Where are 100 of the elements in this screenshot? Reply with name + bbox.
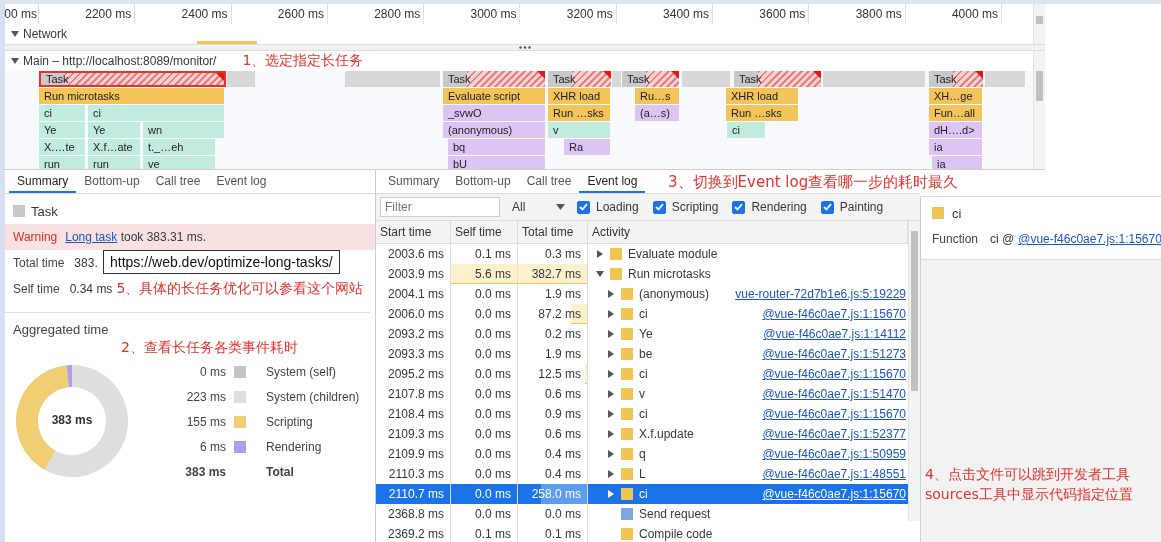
panel-tab[interactable]: Call tree (147, 170, 209, 193)
flame-block[interactable]: t._…eh (143, 139, 215, 155)
collapsed-caret-icon[interactable] (607, 470, 615, 478)
source-link[interactable]: @vue-f46c0ae7.js:1:15670 (762, 487, 906, 501)
flame-block[interactable]: Task (929, 71, 983, 87)
flame-block[interactable]: XH…ge (929, 88, 982, 104)
checkbox[interactable] (652, 200, 666, 214)
collapsed-caret-icon[interactable] (607, 490, 615, 498)
source-link[interactable]: @vue-f46c0ae7.js:1:51470 (762, 387, 906, 401)
flame-block[interactable]: (a…s) (635, 105, 679, 121)
source-link[interactable]: @vue-f46c0ae7.js:1:51273 (762, 347, 906, 361)
flame-block[interactable]: Task (443, 71, 545, 87)
expanded-caret-icon[interactable] (11, 57, 19, 65)
source-link[interactable]: @vue-f46c0ae7.js:1:48551 (762, 467, 906, 481)
collapsed-caret-icon[interactable] (607, 410, 615, 418)
panel-tab[interactable]: Summary (380, 170, 448, 193)
source-link[interactable]: @vue-f46c0ae7.js:1:15670 (762, 307, 906, 321)
flame-block[interactable]: _svwO (443, 105, 545, 121)
panel-tab[interactable]: Event log (208, 170, 275, 193)
column-header[interactable]: Self time (451, 221, 518, 243)
source-link[interactable]: @vue-f46c0ae7.js:1:14112 (763, 327, 906, 341)
flame-block[interactable]: Ye (39, 122, 85, 138)
collapsed-caret-icon[interactable] (596, 250, 604, 258)
scrollbar[interactable] (1033, 51, 1045, 169)
flame-block[interactable]: Fun…all (929, 105, 982, 121)
flame-block[interactable]: (anonymous) (443, 122, 545, 138)
checkbox-label[interactable]: Loading (596, 200, 639, 214)
column-header[interactable]: Start time (376, 221, 451, 243)
checkbox[interactable] (732, 200, 746, 214)
flame-block[interactable]: Evaluate script (443, 88, 545, 104)
flame-block[interactable]: X.…te (39, 139, 85, 155)
activity-name: Compile code (639, 527, 713, 541)
flame-block[interactable]: Run …sks (726, 105, 798, 121)
column-header[interactable]: Total time (518, 221, 588, 243)
flame-block[interactable]: bq (448, 139, 545, 155)
checkbox-label[interactable]: Painting (839, 200, 884, 214)
flame-block[interactable]: Task (622, 71, 679, 87)
self-time: 0.1 ms (475, 527, 511, 541)
panel-tab[interactable]: Bottom-up (76, 170, 148, 193)
collapsed-caret-icon[interactable] (607, 310, 615, 318)
flame-block[interactable]: Task (39, 71, 226, 87)
flame-block[interactable]: Ru…s (635, 88, 679, 104)
scrollbar[interactable] (1033, 4, 1045, 44)
checkbox[interactable] (577, 200, 590, 214)
panel-tab[interactable]: Call tree (518, 170, 580, 193)
long-task-link[interactable]: Long task (65, 230, 118, 244)
flame-block[interactable]: Ra (564, 139, 610, 155)
self-time: 0.0 ms (475, 407, 511, 421)
flame-block[interactable]: X.f…ate (88, 139, 140, 155)
flame-block[interactable]: bU (448, 156, 545, 169)
collapsed-caret-icon[interactable] (607, 370, 615, 378)
start-time: 2006.0 ms (387, 307, 444, 321)
flame-block[interactable]: ia (932, 156, 982, 169)
source-link[interactable]: @vue-f46c0ae7.js:1:15670 (762, 367, 906, 381)
annotation: sources工具中显示代码指定位置 (925, 485, 1134, 504)
flame-block[interactable]: Run …sks (548, 105, 610, 121)
collapsed-caret-icon[interactable] (607, 290, 615, 298)
track-label[interactable]: Network (23, 27, 67, 41)
flame-block[interactable]: dH….d> (929, 122, 982, 138)
panel-tab[interactable]: Bottom-up (447, 170, 519, 193)
flame-block[interactable]: XHR load (726, 88, 798, 104)
category-dropdown[interactable]: All (506, 197, 571, 217)
filter-field[interactable]: Filter (380, 197, 500, 217)
flame-block[interactable]: ia (929, 139, 982, 155)
flame-block[interactable]: wn (143, 122, 224, 138)
flame-block[interactable]: run (88, 156, 140, 169)
checkbox-label[interactable]: Scripting (671, 200, 719, 214)
legend-label: System (self) (265, 364, 337, 379)
expanded-caret-icon[interactable] (11, 30, 19, 38)
collapsed-caret-icon[interactable] (607, 430, 615, 438)
flame-block[interactable]: XHR load (548, 88, 610, 104)
field-value: ci @ (990, 232, 1015, 246)
flame-block[interactable]: ci (88, 105, 224, 121)
flame-block[interactable]: Task (734, 71, 821, 87)
dropdown-arrow-icon[interactable] (556, 204, 565, 210)
collapsed-caret-icon[interactable] (607, 330, 615, 338)
flame-block[interactable]: ci (39, 105, 85, 121)
collapsed-caret-icon[interactable] (607, 350, 615, 358)
flame-block[interactable]: ve (143, 156, 215, 169)
expanded-caret-icon[interactable] (596, 270, 604, 278)
flame-block[interactable]: Ye (88, 122, 140, 138)
source-link[interactable]: @vue-f46c0ae7.js:1:50959 (762, 447, 906, 461)
flame-block[interactable]: ci (727, 122, 765, 138)
source-link[interactable]: @vue-f46c0ae7.js:1:52377 (762, 427, 906, 441)
resize-handle-icon[interactable] (519, 46, 531, 49)
source-link[interactable]: vue-router-72d7b1e6.js:5:19229 (735, 287, 906, 301)
source-link[interactable]: @vue-f46c0ae7.js:1:15670 (762, 407, 906, 421)
flame-block[interactable]: Task (548, 71, 611, 87)
track-label[interactable]: Main – http://localhost:8089/monitor/ (23, 54, 217, 68)
source-link[interactable]: @vue-f46c0ae7.js:1:15670 (1018, 232, 1161, 246)
flame-block[interactable]: v (548, 122, 610, 138)
event-row[interactable]: 2110.7 ms 0.0 ms 258.0 ms ci @vue-f46c0ae7.js:1:15670 (376, 484, 908, 504)
checkbox-label[interactable]: Rendering (751, 200, 807, 214)
flame-block[interactable]: run (39, 156, 85, 169)
collapsed-caret-icon[interactable] (607, 450, 615, 458)
flame-block[interactable]: Run microtasks (39, 88, 224, 104)
collapsed-caret-icon[interactable] (607, 390, 615, 398)
checkbox[interactable] (820, 200, 834, 214)
panel-tab[interactable]: Summary (9, 170, 77, 193)
scrollbar[interactable] (908, 221, 920, 521)
